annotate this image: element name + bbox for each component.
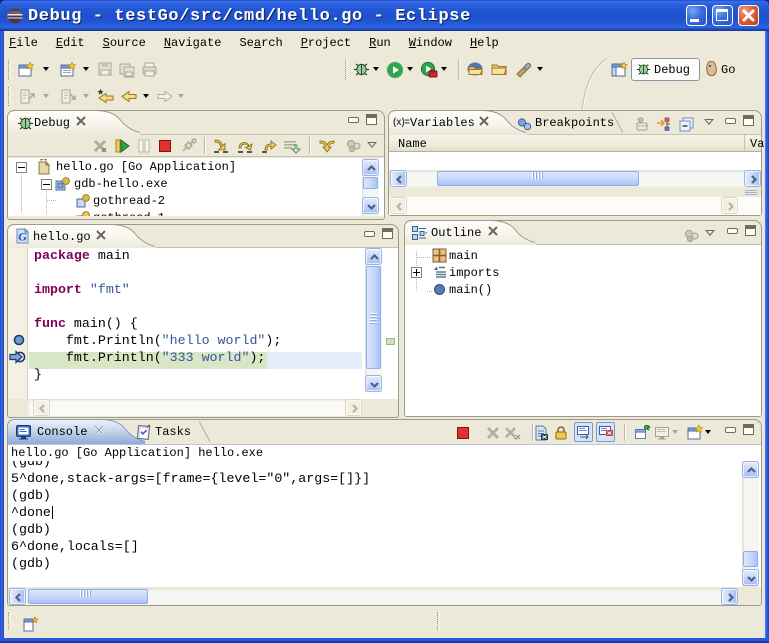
svg-text:G: G xyxy=(18,230,27,244)
